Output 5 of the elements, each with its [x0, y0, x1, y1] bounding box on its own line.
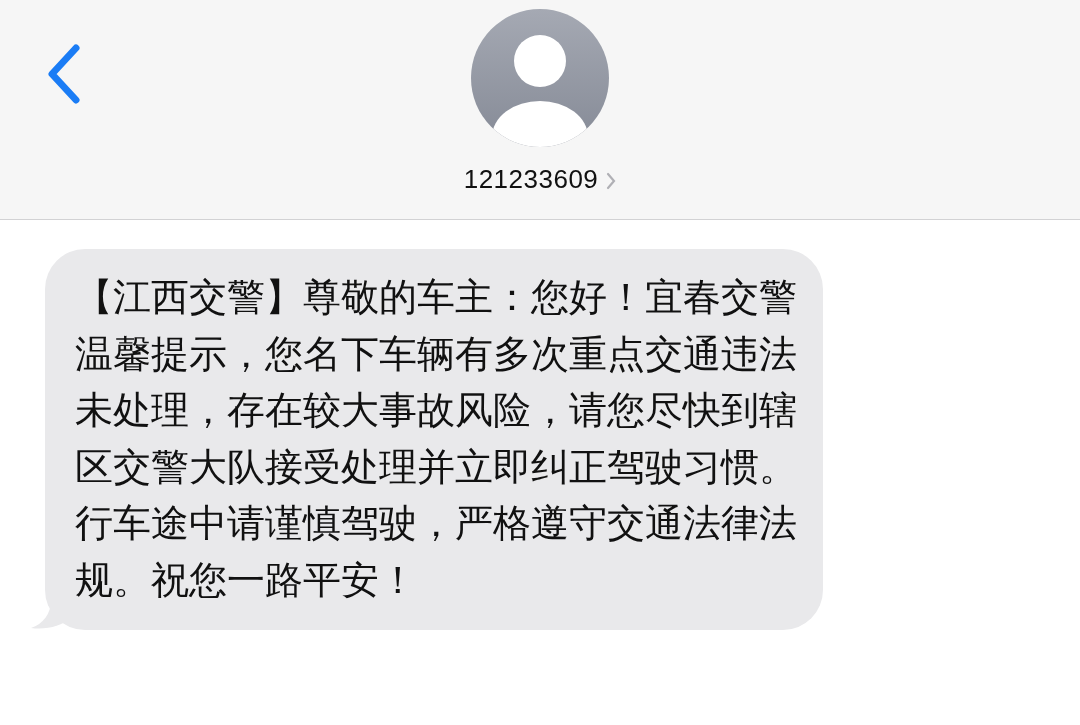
avatar-icon[interactable]: [471, 9, 609, 147]
chevron-icon: [606, 171, 617, 190]
contact-name[interactable]: 121233609: [463, 164, 599, 195]
back-icon[interactable]: [46, 44, 80, 104]
message-bubble: 【江西交警】尊敬的车主：您好！宜春交警温馨提示，您名下车辆有多次重点交通违法未处理，存在较大事故风险，请您尽快到辖区交警大队接受处理并立即纠正驾驶习惯。行车途中请谨慎驾驶，严格遵守交通法律法规。祝您一路平安！: [45, 249, 823, 630]
